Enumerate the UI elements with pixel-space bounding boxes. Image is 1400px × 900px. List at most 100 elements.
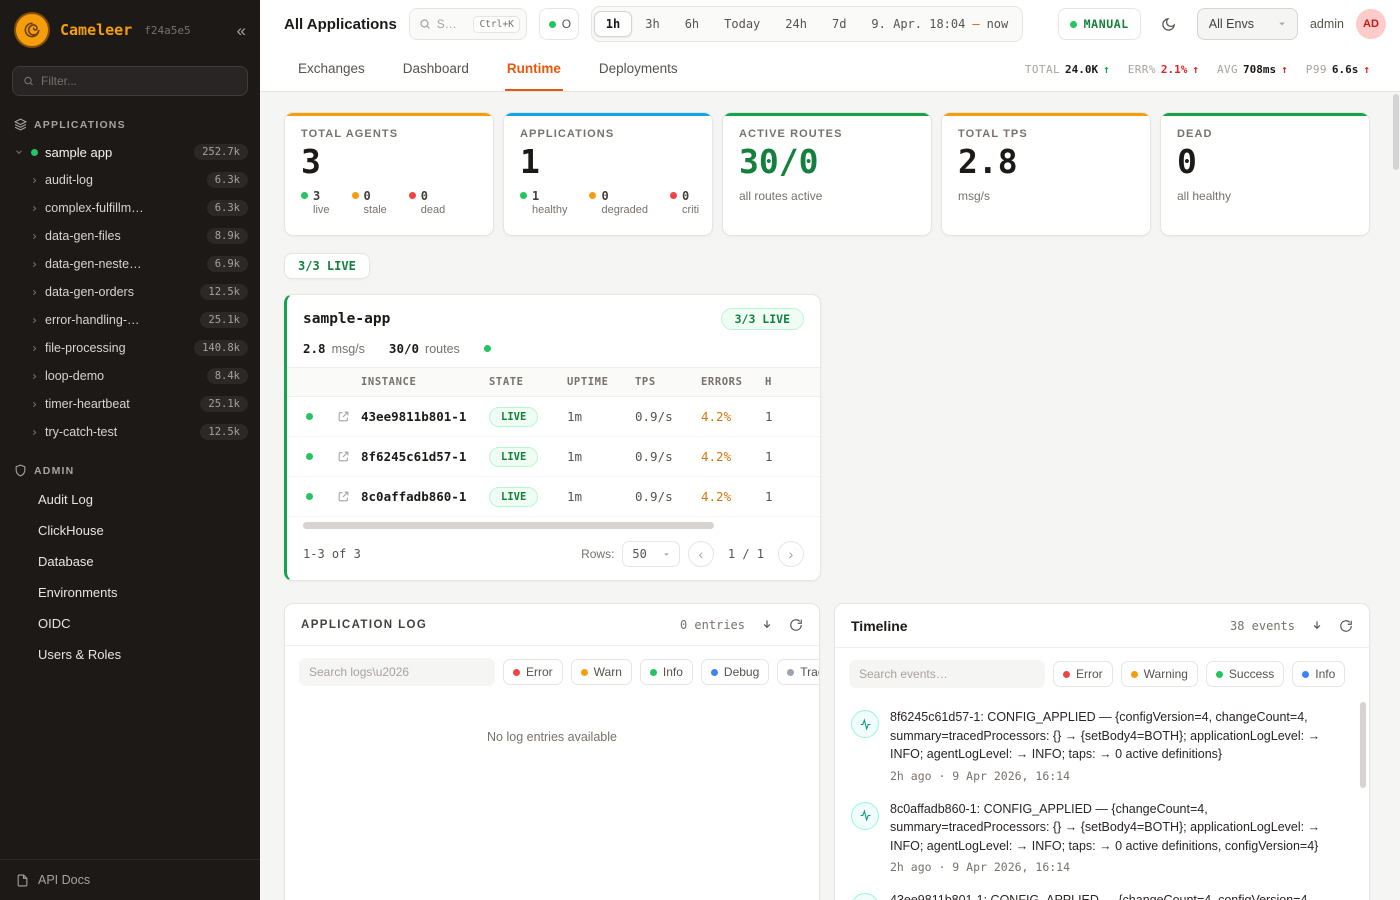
filter-chip-warning[interactable]: Warning bbox=[1121, 661, 1198, 687]
sidebar-item-audit-log[interactable]: audit-log 6.3k bbox=[0, 166, 260, 194]
status-dot bbox=[484, 345, 491, 352]
time-range-24h[interactable]: 24h bbox=[773, 11, 819, 37]
tab-exchanges[interactable]: Exchanges bbox=[296, 48, 367, 91]
sidebar-item-complex-fulfillment[interactable]: complex-fulfillm… 6.3k bbox=[0, 194, 260, 222]
tab-runtime[interactable]: Runtime bbox=[505, 48, 563, 91]
instance-id: 8f6245c61d57-1 bbox=[361, 449, 489, 464]
global-search[interactable]: S… Ctrl+K bbox=[409, 8, 527, 40]
search-placeholder-text: S… bbox=[437, 17, 457, 31]
status-dot bbox=[306, 493, 313, 500]
refresh-icon[interactable] bbox=[1339, 619, 1353, 633]
environment-select[interactable]: All Envs bbox=[1197, 8, 1298, 40]
time-range-6h[interactable]: 6h bbox=[673, 11, 711, 37]
sidebar-item-error-handling[interactable]: error-handling-… 25.1k bbox=[0, 306, 260, 334]
filter-chip-debug[interactable]: Debug bbox=[701, 659, 769, 685]
live-badge: 3/3 LIVE bbox=[721, 308, 804, 330]
api-docs-link[interactable]: API Docs bbox=[0, 859, 260, 900]
stat-card-active-routes: ACTIVE ROUTES 30/0 all routes active bbox=[722, 112, 932, 236]
online-status-chip[interactable]: O bbox=[539, 8, 579, 40]
sidebar-item-users-roles[interactable]: Users & Roles bbox=[0, 639, 260, 670]
filter-chip-warn[interactable]: Warn bbox=[571, 659, 632, 685]
breakdown-degraded: 0 degraded bbox=[589, 189, 648, 216]
event-timestamp: 2h ago · 9 Apr 2026, 16:14 bbox=[890, 769, 1349, 783]
live-filter-chip[interactable]: 3/3 LIVE bbox=[284, 253, 370, 279]
route-name: timer-heartbeat bbox=[45, 397, 130, 411]
sidebar-item-environments[interactable]: Environments bbox=[0, 577, 260, 608]
next-page-button[interactable]: › bbox=[778, 541, 804, 567]
sidebar-item-data-gen-nested[interactable]: data-gen-neste… 6.9k bbox=[0, 250, 260, 278]
filter-chip-success[interactable]: Success bbox=[1206, 661, 1284, 687]
download-icon[interactable] bbox=[1310, 619, 1324, 633]
sidebar-item-file-processing[interactable]: file-processing 140.8k bbox=[0, 334, 260, 362]
sidebar-item-try-catch-test[interactable]: try-catch-test 12.5k bbox=[0, 418, 260, 446]
refresh-icon[interactable] bbox=[789, 618, 803, 632]
timeline-scrollbar[interactable] bbox=[1360, 702, 1366, 788]
filter-chip-trace[interactable]: Trace bbox=[777, 659, 820, 685]
external-link-icon[interactable] bbox=[325, 490, 361, 503]
sidebar-filter-input[interactable] bbox=[41, 74, 237, 88]
sidebar-item-data-gen-orders[interactable]: data-gen-orders 12.5k bbox=[0, 278, 260, 306]
status-dot bbox=[1302, 671, 1309, 678]
app-card-title[interactable]: sample-app bbox=[303, 311, 390, 327]
filter-chip-error[interactable]: Error bbox=[1053, 661, 1113, 687]
sidebar-item-timer-heartbeat[interactable]: timer-heartbeat 25.1k bbox=[0, 390, 260, 418]
filter-chip-info[interactable]: Info bbox=[1292, 661, 1345, 687]
chevron-right-icon bbox=[30, 428, 39, 437]
status-dot bbox=[1131, 671, 1138, 678]
page-title: All Applications bbox=[284, 16, 397, 33]
external-link-icon[interactable] bbox=[325, 410, 361, 423]
time-range-3h[interactable]: 3h bbox=[633, 11, 671, 37]
dark-mode-toggle[interactable] bbox=[1153, 8, 1185, 40]
sidebar-item-sample-app[interactable]: sample app 252.7k bbox=[0, 138, 260, 166]
avatar[interactable]: AD bbox=[1356, 9, 1386, 39]
events-count: 38 events bbox=[1230, 619, 1295, 633]
page-scrollbar[interactable] bbox=[1393, 94, 1399, 170]
tab-dashboard[interactable]: Dashboard bbox=[401, 48, 471, 91]
log-search-input[interactable] bbox=[299, 658, 495, 686]
sidebar-item-data-gen-files[interactable]: data-gen-files 8.9k bbox=[0, 222, 260, 250]
date-range-display[interactable]: 9. Apr. 18:04 — now bbox=[859, 17, 1020, 31]
time-range-7d[interactable]: 7d bbox=[820, 11, 858, 37]
app-version: f24a5e5 bbox=[144, 24, 190, 37]
stat-total: TOTAL 24.0K ↑ bbox=[1025, 63, 1110, 76]
filter-chip-error[interactable]: Error bbox=[503, 659, 563, 685]
time-range-today[interactable]: Today bbox=[712, 11, 772, 37]
horizontal-scrollbar[interactable] bbox=[303, 522, 804, 529]
filter-chip-info[interactable]: Info bbox=[640, 659, 693, 685]
events-search-input[interactable] bbox=[849, 660, 1045, 688]
prev-page-button[interactable]: ‹ bbox=[688, 541, 714, 567]
status-dot bbox=[1063, 671, 1070, 678]
route-name: audit-log bbox=[45, 173, 93, 187]
table-row[interactable]: 8f6245c61d57-1 LIVE 1m 0.9/s 4.2% 1 bbox=[287, 437, 821, 477]
sidebar-item-clickhouse[interactable]: ClickHouse bbox=[0, 515, 260, 546]
sidebar-item-audit-log-admin[interactable]: Audit Log bbox=[0, 484, 260, 515]
rows-per-page-select[interactable]: 50 bbox=[622, 541, 679, 567]
sidebar: Cameleer f24a5e5 « APPLICATIONS sample a… bbox=[0, 0, 260, 900]
timeline-event[interactable]: 43ee9811b801-1: CONFIG_APPLIED — {change… bbox=[835, 881, 1369, 900]
manual-refresh-toggle[interactable]: MANUAL bbox=[1058, 8, 1141, 40]
chevron-right-icon bbox=[30, 204, 39, 213]
timeline-event[interactable]: 8f6245c61d57-1: CONFIG_APPLIED — {config… bbox=[835, 698, 1369, 790]
tab-deployments[interactable]: Deployments bbox=[597, 48, 680, 91]
applications-section-header: APPLICATIONS bbox=[0, 108, 260, 138]
sidebar-item-loop-demo[interactable]: loop-demo 8.4k bbox=[0, 362, 260, 390]
tabs-bar: Exchanges Dashboard Runtime Deployments … bbox=[260, 48, 1400, 92]
topbar: All Applications S… Ctrl+K O 1h 3h 6h To… bbox=[260, 0, 1400, 48]
external-link-icon[interactable] bbox=[325, 450, 361, 463]
table-row[interactable]: 43ee9811b801-1 LIVE 1m 0.9/s 4.2% 1 bbox=[287, 397, 821, 437]
time-range-1h[interactable]: 1h bbox=[594, 11, 632, 37]
sidebar-item-database[interactable]: Database bbox=[0, 546, 260, 577]
chevron-right-icon bbox=[30, 316, 39, 325]
sidebar-filter[interactable] bbox=[12, 66, 248, 96]
sidebar-item-oidc[interactable]: OIDC bbox=[0, 608, 260, 639]
timeline-event[interactable]: 8c0affadb860-1: CONFIG_APPLIED — {change… bbox=[835, 790, 1369, 882]
app-title: Cameleer bbox=[60, 21, 132, 39]
sidebar-collapse-icon[interactable]: « bbox=[237, 22, 246, 39]
table-row[interactable]: 8c0affadb860-1 LIVE 1m 0.9/s 4.2% 1 bbox=[287, 477, 821, 517]
count-badge: 6.3k bbox=[207, 200, 248, 216]
download-icon[interactable] bbox=[760, 618, 774, 632]
caret-down-icon bbox=[663, 551, 670, 558]
breakdown-critical: 0 criti bbox=[670, 189, 699, 216]
app-name: sample app bbox=[45, 145, 112, 160]
count-badge: 25.1k bbox=[200, 396, 248, 412]
